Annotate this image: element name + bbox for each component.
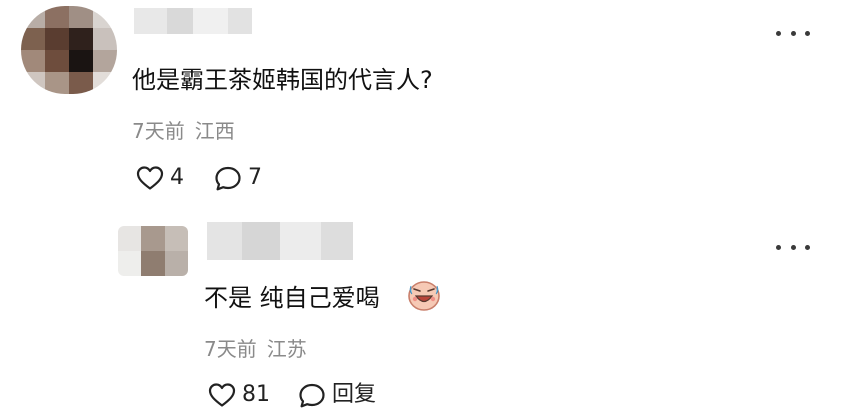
comment-time: 7天前 [132,119,185,143]
reply-button[interactable]: 回复 [298,381,376,409]
replier-username-blurred[interactable] [207,222,353,260]
comment-button[interactable]: 7 [214,164,262,192]
heart-outline-icon [136,166,164,190]
comment-bubble-icon [299,383,325,407]
more-options-icon[interactable] [776,26,810,40]
reply-more-options-icon[interactable] [776,240,810,254]
heart-outline-icon [208,383,236,407]
comment-location: 江西 [194,119,235,143]
reply-button-label: 回复 [332,382,377,407]
replier-avatar[interactable] [118,226,188,276]
like-button[interactable]: 4 [136,164,184,192]
commenter-username-blurred[interactable] [134,8,252,34]
reply-time: 7天前 [204,337,257,361]
like-count: 4 [170,165,184,190]
laughing-crying-emoji-icon [408,281,440,311]
reply-meta: 7天前 江苏 [204,336,307,362]
reply-like-button[interactable]: 81 [208,381,270,409]
reply-location: 江苏 [266,337,307,361]
comment-bubble-icon [215,166,241,190]
commenter-avatar[interactable] [21,6,117,94]
reply-like-count: 81 [242,382,270,407]
comment-meta: 7天前 江西 [132,118,235,144]
reply-text: 不是 纯自己爱喝 [204,284,380,312]
comment-text: 他是霸王茶姬韩国的代言人? [132,66,433,94]
reply-count: 7 [248,165,262,190]
